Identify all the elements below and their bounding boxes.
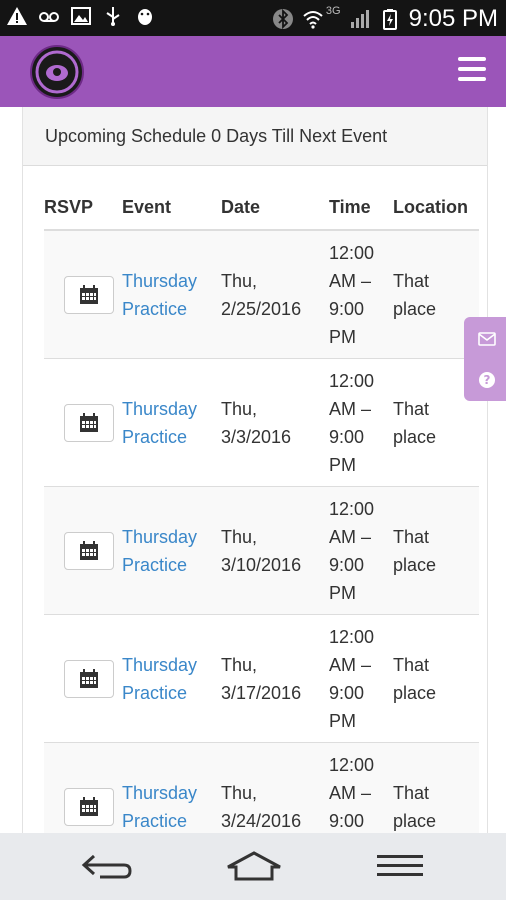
calendar-icon (80, 284, 98, 304)
column-header-location: Location (393, 185, 479, 231)
signal-icon (350, 10, 369, 28)
time-line: PM (329, 326, 356, 347)
table-row: Thursday Practice Thu, 3/17/2016 12:00 AM … (44, 614, 479, 743)
hamburger-icon[interactable] (458, 57, 486, 81)
date-day: Thu, (221, 654, 258, 675)
battery-icon (382, 9, 397, 30)
date-value: 2/25/2016 (221, 298, 302, 319)
question-icon[interactable]: ? (478, 371, 496, 389)
column-header-event: Event (122, 185, 221, 231)
event-link[interactable]: Thursday Practice (122, 783, 197, 831)
warning-icon (7, 7, 27, 25)
event-link[interactable]: Thursday Practice (122, 527, 197, 575)
time-line: PM (329, 454, 356, 475)
calendar-icon (80, 668, 98, 688)
notification-icons (6, 5, 156, 27)
time-line: 9:00 (329, 554, 365, 575)
location-line: place (393, 554, 437, 575)
location-line: That (393, 526, 430, 547)
schedule-panel: Upcoming Schedule 0 Days Till Next Event… (22, 107, 488, 833)
calendar-icon (80, 540, 98, 560)
location-line: That (393, 654, 430, 675)
time-line: AM – (329, 398, 372, 419)
time-line: AM – (329, 654, 372, 675)
menu-icon[interactable] (377, 851, 423, 881)
calendar-icon (80, 412, 98, 432)
table-row: Thursday Practice Thu, 2/25/2016 12:00 AM … (44, 230, 479, 359)
table-row: Thursday Practice Thu, 3/24/2016 12:00 AM … (44, 742, 479, 833)
location-line: That (393, 270, 430, 291)
table-row: Thursday Practice Thu, 3/10/2016 12:00 AM … (44, 486, 479, 615)
schedule-table: RSVP Event Date Time Location Thursday P… (44, 185, 479, 833)
status-bar: 3G 9:05 PM (0, 0, 506, 36)
clock: 9:05 PM (408, 5, 498, 32)
side-contact-tab[interactable]: ? (464, 317, 506, 401)
event-link[interactable]: Thursday Practice (122, 655, 197, 703)
network-type-label: 3G (325, 5, 341, 17)
column-header-time: Time (329, 185, 393, 231)
time-line: AM – (329, 782, 372, 803)
envelope-icon[interactable] (478, 330, 496, 348)
app-header (0, 36, 506, 107)
time-line: 12:00 (329, 498, 375, 519)
home-icon[interactable] (226, 851, 282, 881)
calendar-icon (80, 796, 98, 816)
system-icons: 3G 9:05 PM (272, 5, 498, 33)
time-line: 9:00 (329, 682, 365, 703)
date-day: Thu, (221, 782, 258, 803)
wifi-icon (303, 11, 323, 29)
time-line: 9:00 (329, 426, 365, 447)
time-line: PM (329, 710, 356, 731)
back-icon[interactable] (80, 851, 134, 881)
time-line: 9:00 (329, 810, 365, 831)
table-row: Thursday Practice Thu, 3/3/2016 12:00 AM –… (44, 358, 479, 487)
time-line: AM – (329, 526, 372, 547)
panel-title: Upcoming Schedule 0 Days Till Next Event (23, 107, 487, 166)
column-header-date: Date (221, 185, 329, 231)
rsvp-button[interactable] (64, 403, 114, 442)
rsvp-button[interactable] (64, 531, 114, 570)
voicemail-icon (39, 12, 59, 22)
column-header-rsvp: RSVP (44, 185, 122, 231)
team-logo[interactable] (30, 45, 84, 99)
system-nav-bar (0, 833, 506, 900)
rsvp-button[interactable] (64, 787, 114, 826)
date-day: Thu, (221, 526, 258, 547)
time-line: PM (329, 582, 356, 603)
bluetooth-icon (272, 8, 293, 30)
date-day: Thu, (221, 270, 258, 291)
location-line: place (393, 810, 437, 831)
event-link[interactable]: Thursday Practice (122, 271, 197, 319)
event-link[interactable]: Thursday Practice (122, 399, 197, 447)
location-line: That (393, 782, 430, 803)
time-line: 12:00 (329, 370, 375, 391)
time-line: 9:00 (329, 298, 365, 319)
time-line: 12:00 (329, 242, 375, 263)
gallery-icon (71, 7, 91, 25)
date-value: 3/10/2016 (221, 554, 302, 575)
table-header-row: RSVP Event Date Time Location (44, 185, 479, 231)
date-value: 3/17/2016 (221, 682, 302, 703)
android-debug-icon (138, 9, 152, 25)
time-line: 12:00 (329, 626, 375, 647)
rsvp-button[interactable] (64, 659, 114, 698)
date-day: Thu, (221, 398, 258, 419)
date-value: 3/3/2016 (221, 426, 292, 447)
svg-text:?: ? (484, 373, 491, 387)
rsvp-button[interactable] (64, 275, 114, 314)
time-line: AM – (329, 270, 372, 291)
time-line: 12:00 (329, 754, 375, 775)
date-value: 3/24/2016 (221, 810, 302, 831)
location-line: place (393, 682, 437, 703)
usb-icon (106, 7, 120, 26)
location-line: place (393, 426, 437, 447)
